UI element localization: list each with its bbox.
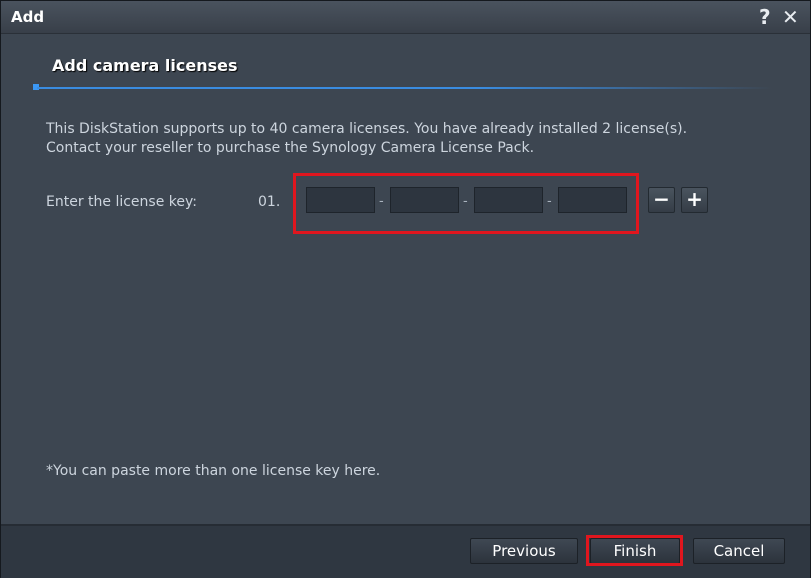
license-row-number: 01. [258,194,281,210]
description-line-1: This DiskStation supports up to 40 camer… [46,121,688,137]
section-divider [37,87,772,89]
title-bar[interactable]: Add ? ✕ [1,1,810,34]
key-separator: - [463,194,468,209]
cancel-button[interactable]: Cancel [693,538,785,564]
key-separator: - [547,194,552,209]
license-key-field-4[interactable] [558,187,627,213]
license-key-field-2[interactable] [390,187,459,213]
description: This DiskStation supports up to 40 camer… [46,120,687,158]
key-separator: - [379,194,384,209]
description-line-2: Contact your reseller to purchase the Sy… [46,140,535,156]
window-title: Add [11,8,45,26]
add-dialog: Add ? ✕ Add camera licenses This DiskSta… [0,0,811,578]
license-key-field-1[interactable] [306,187,375,213]
section-title: Add camera licenses [52,56,238,75]
previous-button[interactable]: Previous [470,538,578,564]
license-key-field-3[interactable] [474,187,543,213]
paste-note: *You can paste more than one license key… [46,463,381,479]
plus-icon: + [686,187,703,211]
license-key-label: Enter the license key: [46,194,197,210]
finish-highlight [586,535,683,566]
help-icon[interactable]: ? [759,5,771,29]
minus-icon: − [653,187,670,211]
remove-key-button[interactable]: − [648,187,675,213]
add-key-button[interactable]: + [681,187,708,213]
dialog-footer [1,524,810,578]
close-icon[interactable]: ✕ [782,5,799,29]
